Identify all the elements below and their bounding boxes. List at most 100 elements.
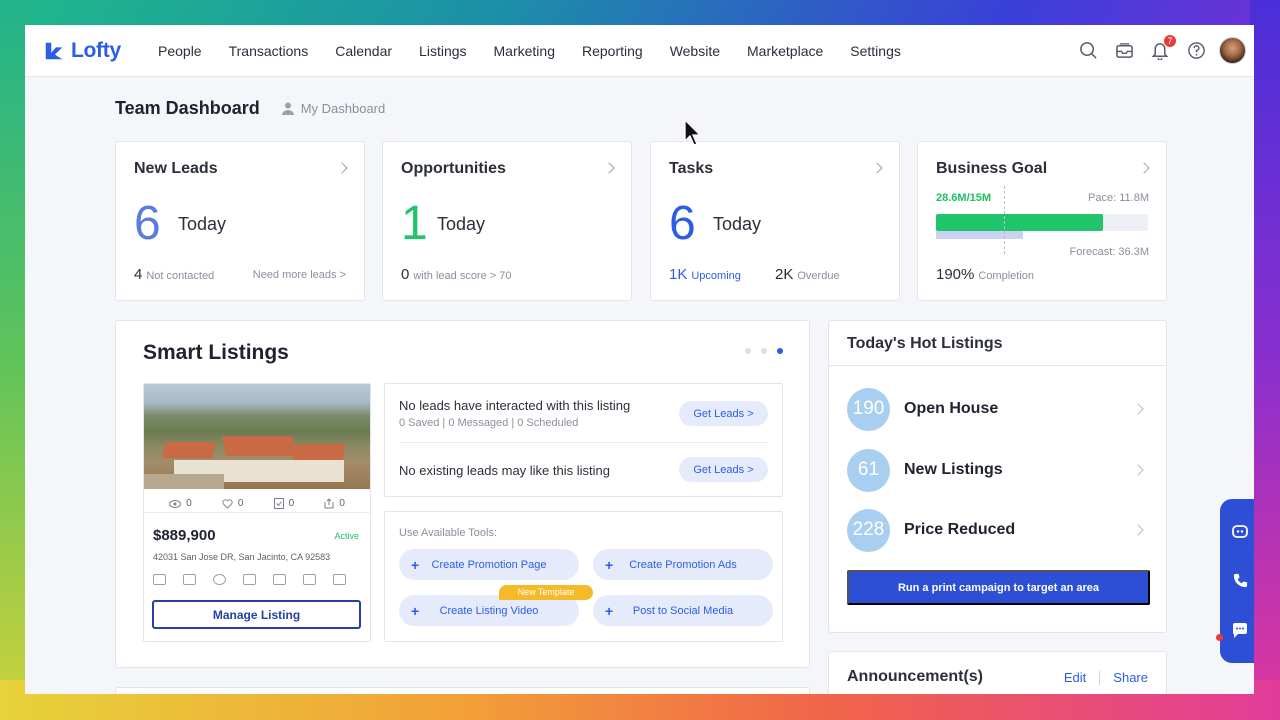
- shares-count: 0: [339, 498, 345, 509]
- nav-item-marketing[interactable]: Marketing: [494, 43, 555, 59]
- leads-panel: No leads have interacted with this listi…: [384, 383, 783, 497]
- inbox-icon[interactable]: [1113, 40, 1135, 62]
- floating-action-bar: [1216, 499, 1254, 663]
- not-contacted-label: Not contacted: [146, 270, 215, 282]
- goal-progress: 28.6M/15M: [936, 192, 992, 204]
- nav-item-listings[interactable]: Listings: [419, 43, 466, 59]
- plus-icon: +: [411, 602, 420, 619]
- house-icon[interactable]: [303, 574, 316, 585]
- hot-listing-label: Open House: [904, 400, 999, 417]
- opportunities-card[interactable]: Opportunities 1 Today 0 with lead score >…: [382, 141, 632, 301]
- eye-icon: [169, 499, 182, 508]
- not-contacted[interactable]: 4 Not contacted: [134, 266, 214, 283]
- nav-item-calendar[interactable]: Calendar: [335, 43, 392, 59]
- lead-score-value: 0: [401, 266, 410, 283]
- lead-row: No leads have interacted with this listi…: [399, 398, 768, 429]
- upcoming-tasks[interactable]: 1K Upcoming: [669, 266, 741, 283]
- nav-item-website[interactable]: Website: [670, 43, 720, 59]
- sign-icon[interactable]: [333, 574, 346, 585]
- views-stat: 0: [169, 495, 192, 512]
- divider: [399, 442, 768, 443]
- chevron-right-icon: [1132, 464, 1144, 476]
- nav-item-reporting[interactable]: Reporting: [582, 43, 643, 59]
- checklist-icon: [273, 498, 284, 509]
- business-goal-card[interactable]: Business Goal 28.6M/15M Pace: 11.8M Fore…: [917, 141, 1167, 301]
- logo[interactable]: Lofty: [43, 39, 158, 63]
- listing-address: 42031 San Jose DR, San Jacinto, CA 92583: [153, 552, 331, 562]
- manage-listing-button[interactable]: Manage Listing: [152, 600, 361, 629]
- flyer-icon[interactable]: [153, 574, 166, 585]
- tasks-card[interactable]: Tasks 6 Today 1K Upcoming 2K Overdue: [650, 141, 900, 301]
- nav-item-transactions[interactable]: Transactions: [229, 43, 309, 59]
- get-leads-button[interactable]: Get Leads >: [679, 457, 768, 482]
- help-icon[interactable]: [1185, 40, 1207, 62]
- carousel-dot-active[interactable]: [777, 348, 783, 354]
- create-promotion-page-button[interactable]: + Create Promotion Page: [399, 549, 579, 580]
- chevron-right-icon[interactable]: [1138, 162, 1150, 174]
- my-dashboard-link[interactable]: My Dashboard: [281, 101, 385, 116]
- nav-item-settings[interactable]: Settings: [850, 43, 901, 59]
- plus-icon: +: [605, 556, 614, 573]
- share-link[interactable]: Share: [1113, 670, 1148, 685]
- hot-listing-row-new-listings[interactable]: 61 New Listings: [847, 448, 1148, 492]
- heart-icon: [222, 498, 233, 509]
- tool-label: Create Listing Video: [439, 604, 539, 617]
- views-count: 0: [186, 498, 192, 509]
- bell-icon[interactable]: 7: [1149, 34, 1176, 62]
- create-listing-video-button[interactable]: + Create Listing Video New Template: [399, 585, 593, 626]
- carousel-dot[interactable]: [761, 348, 767, 354]
- listing-tools: [153, 574, 363, 585]
- nav-item-people[interactable]: People: [158, 43, 202, 59]
- get-leads-button[interactable]: Get Leads >: [679, 401, 768, 426]
- page-header: Team Dashboard My Dashboard: [115, 98, 385, 119]
- top-nav: Lofty People Transactions Calendar Listi…: [25, 25, 1254, 77]
- create-promotion-ads-button[interactable]: + Create Promotion Ads: [593, 549, 773, 580]
- goal-progress-fill: [936, 214, 1104, 231]
- print-campaign-button[interactable]: Run a print campaign to target an area: [847, 570, 1150, 605]
- chevron-right-icon[interactable]: [603, 162, 615, 174]
- chat-icon[interactable]: [1230, 620, 1250, 640]
- hot-listing-row-price-reduced[interactable]: 228 Price Reduced: [847, 508, 1148, 552]
- new-leads-card[interactable]: New Leads 6 Today 4 Not contacted Need mo…: [115, 141, 365, 301]
- folder-icon[interactable]: [243, 574, 256, 585]
- new-leads-unit: Today: [178, 214, 227, 234]
- share-network-icon[interactable]: [213, 574, 226, 585]
- carousel-dot[interactable]: [745, 348, 751, 354]
- new-template-badge: New Template: [499, 585, 593, 600]
- truck-icon[interactable]: [183, 574, 196, 585]
- nav-icons: 7: [1063, 34, 1246, 64]
- listing-photo[interactable]: [144, 384, 370, 489]
- goal-pace-bar: [936, 231, 1023, 239]
- tasks-title: Tasks: [669, 160, 714, 177]
- need-more-leads-link[interactable]: Need more leads >: [253, 269, 346, 281]
- lead-score-count[interactable]: 0 with lead score > 70: [401, 266, 511, 283]
- tools-panel: Use Available Tools: + Create Promotion …: [384, 511, 783, 642]
- avatar[interactable]: [1219, 37, 1246, 64]
- unread-dot: [1216, 634, 1223, 641]
- chevron-right-icon[interactable]: [871, 162, 883, 174]
- phone-icon[interactable]: [1230, 571, 1250, 591]
- hot-listing-row-open-house[interactable]: 190 Open House: [847, 387, 1148, 431]
- tools-label: Use Available Tools:: [399, 527, 498, 539]
- saves-count: 0: [288, 498, 295, 509]
- share-icon: [324, 498, 334, 509]
- nav-item-marketplace[interactable]: Marketplace: [747, 43, 823, 59]
- mouse-cursor-icon: [684, 119, 702, 146]
- search-icon[interactable]: [1077, 40, 1099, 62]
- tool-label: Post to Social Media: [632, 604, 734, 617]
- hot-listing-count: 61: [847, 448, 890, 492]
- completion-label: Completion: [978, 270, 1035, 282]
- post-to-social-media-button[interactable]: + Post to Social Media: [593, 595, 773, 626]
- likes-count: 0: [237, 498, 244, 509]
- overdue-tasks[interactable]: 2K Overdue: [775, 266, 840, 283]
- edit-link[interactable]: Edit: [1064, 670, 1086, 685]
- chevron-right-icon[interactable]: [336, 162, 348, 174]
- tasks-value: 6: [669, 197, 696, 250]
- carousel-dots: [735, 348, 783, 354]
- tool-label: Create Promotion Ads: [629, 558, 737, 571]
- document-icon[interactable]: [273, 574, 286, 585]
- chatbot-icon[interactable]: [1230, 522, 1250, 542]
- goal-pace: Pace: 11.8M: [1088, 192, 1149, 204]
- completion-value: 190%: [936, 266, 975, 283]
- chevron-right-icon: [1132, 403, 1144, 415]
